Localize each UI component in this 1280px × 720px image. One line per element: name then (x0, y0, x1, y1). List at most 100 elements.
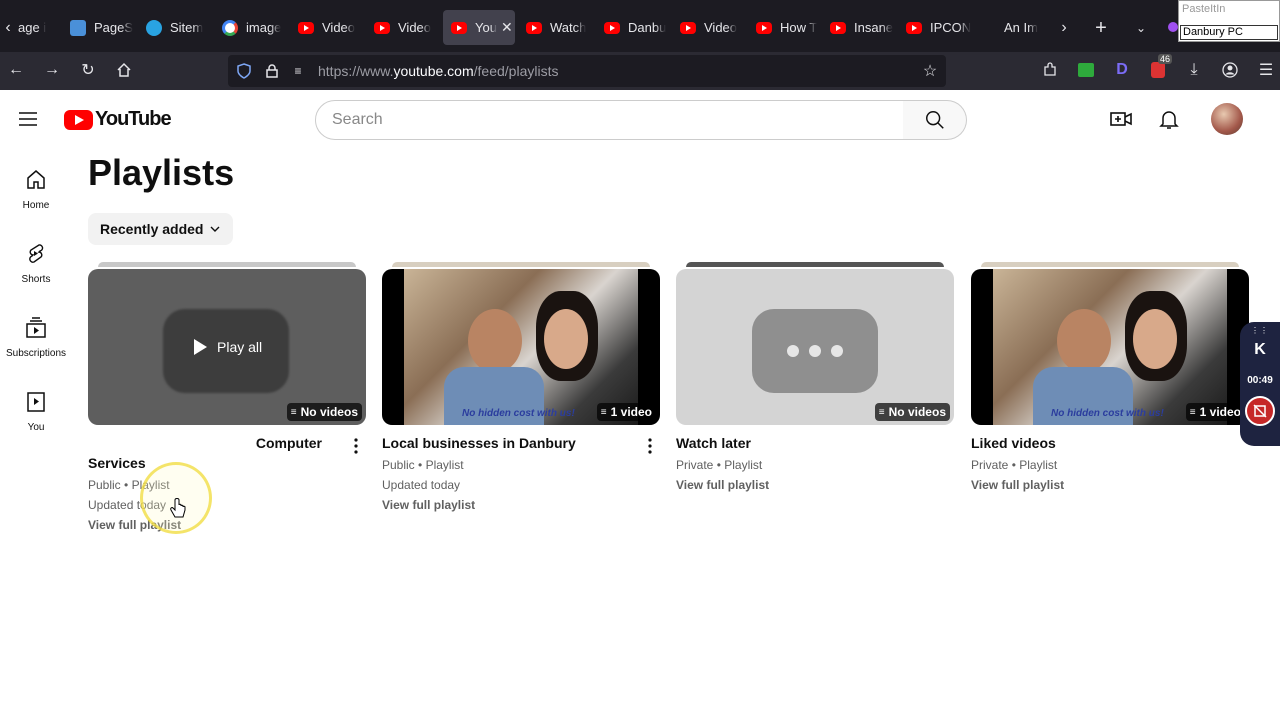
browser-tab[interactable]: Insane (830, 10, 896, 45)
tab-title: Watch (550, 20, 587, 35)
browser-tab-active[interactable]: You ✕ (443, 10, 515, 45)
guide-item-you[interactable]: You (0, 390, 72, 433)
url-path: /feed/playlists (473, 63, 559, 79)
video-count-badge: ≡ No videos (874, 403, 950, 421)
stop-recording-button[interactable] (1245, 396, 1275, 426)
bookmark-star-icon[interactable]: ☆ (918, 59, 942, 83)
address-bar[interactable]: ≡ https://www.youtube.com/feed/playlists… (228, 55, 946, 87)
browser-tab[interactable]: age i (18, 10, 60, 45)
browser-tab[interactable]: Video (680, 10, 746, 45)
extensions-icon[interactable] (1038, 58, 1062, 82)
paste-helper-window: PasteItIn Danbury PC (1178, 0, 1280, 42)
browser-tab[interactable]: Sitem (146, 10, 212, 45)
youtube-play-logo-icon (64, 109, 93, 130)
sort-dropdown[interactable]: Recently added (88, 213, 234, 245)
paste-input[interactable]: Danbury PC (1180, 25, 1278, 40)
stop-icon (1253, 404, 1267, 418)
url-text[interactable]: https://www.youtube.com/feed/playlists (318, 63, 558, 79)
browser-tab[interactable]: Watch (526, 10, 592, 45)
tab-title: IPCON (930, 20, 972, 35)
more-dots-icon (752, 309, 878, 393)
browser-tab[interactable]: Video (298, 10, 364, 45)
search-button[interactable] (903, 100, 967, 140)
playlist-title[interactable]: Computer Services (88, 435, 338, 471)
playlist-thumbnail[interactable]: No hidden cost with us! ≡ 1 video (971, 269, 1249, 425)
more-actions-icon[interactable] (642, 437, 658, 455)
more-actions-icon[interactable] (348, 437, 364, 455)
type-text: Playlist (724, 458, 763, 472)
back-icon[interactable]: ← (4, 58, 28, 82)
youtube-icon (906, 21, 922, 34)
reload-icon[interactable]: ↻ (76, 58, 100, 82)
guide-item-shorts[interactable]: Shorts (0, 242, 72, 285)
playlist-thumbnail[interactable]: Play all ≡ No videos (88, 269, 366, 425)
playlist-stack-edge (686, 262, 944, 267)
view-full-playlist-link[interactable]: View full playlist (382, 498, 475, 512)
playlist-stack-edge (98, 262, 356, 267)
shield-icon[interactable] (232, 59, 256, 83)
youtube-logo[interactable]: YouTube (64, 108, 172, 131)
tab-scroll-right-button[interactable]: › (1056, 16, 1072, 40)
tab-title: Video (704, 20, 738, 35)
browser-tab[interactable]: image (222, 10, 288, 45)
extension-badge: 46 (1158, 54, 1173, 64)
playlist-meta: Private • Playlist (676, 458, 762, 472)
thumbnail-watermark: No hidden cost with us! (1051, 408, 1164, 419)
meta-separator: • (1011, 458, 1016, 472)
lock-icon[interactable] (260, 59, 284, 83)
browser-tab[interactable]: How T (756, 10, 822, 45)
browser-tab[interactable]: IPCON (906, 10, 972, 45)
guide-menu-icon[interactable] (16, 107, 40, 131)
create-video-icon[interactable] (1109, 107, 1133, 131)
playlist-title[interactable]: Local businesses in Danbury (382, 435, 632, 451)
drag-handle-icon[interactable]: ⋮⋮ (1240, 326, 1280, 335)
you-icon (27, 392, 45, 412)
tab-title: You (475, 20, 497, 35)
guide-item-label: Home (22, 200, 50, 211)
extension-d-icon[interactable]: D (1110, 58, 1134, 82)
subscriptions-icon (26, 317, 46, 338)
youtube-icon (374, 21, 390, 34)
video-count-badge: ≡ 1 video (1185, 403, 1245, 421)
hand-cursor-icon (170, 498, 186, 520)
guide-item-home[interactable]: Home (0, 168, 72, 211)
guide-item-subscriptions[interactable]: Subscriptions (0, 316, 72, 359)
new-tab-button[interactable]: + (1090, 16, 1112, 40)
search-input[interactable]: Search (315, 100, 904, 140)
profile-dot-icon (1168, 22, 1178, 32)
tab-title: Danbu (628, 20, 667, 35)
browser-tab-strip: ‹ age i PageS Sitem image Video Video Yo… (0, 0, 1280, 52)
playlist-title[interactable]: Watch later (676, 435, 926, 451)
home-icon[interactable] (112, 58, 136, 82)
visibility-text: Private (971, 458, 1009, 472)
view-full-playlist-link[interactable]: View full playlist (971, 478, 1064, 492)
playlist-thumbnail[interactable]: ≡ No videos (676, 269, 954, 425)
forward-icon[interactable]: → (40, 58, 64, 82)
playlist-icon: ≡ (878, 406, 885, 418)
play-all-button[interactable]: Play all (194, 339, 262, 355)
browser-tab[interactable]: PageS (70, 10, 136, 45)
home-icon (27, 170, 45, 189)
playlist-title[interactable]: Liked videos (971, 435, 1221, 451)
view-full-playlist-link[interactable]: View full playlist (676, 478, 769, 492)
avatar[interactable] (1211, 103, 1243, 135)
download-icon[interactable]: ⤓ (1182, 58, 1206, 82)
tab-title: An Im (1004, 20, 1038, 35)
extension-shield-icon[interactable]: 46 (1146, 54, 1173, 82)
permissions-icon[interactable]: ≡ (286, 59, 310, 83)
tab-close-icon[interactable]: ✕ (501, 19, 513, 36)
recording-timer: 00:49 (1247, 375, 1273, 386)
youtube-icon (830, 21, 846, 34)
tab-list-chevron-icon[interactable]: ⌄ (1130, 16, 1152, 40)
youtube-icon (756, 21, 772, 34)
video-count-badge: ≡ 1 video (596, 403, 656, 421)
browser-tab[interactable]: Danbu (604, 10, 670, 45)
tab-scroll-left-button[interactable]: ‹ (0, 16, 16, 40)
menu-hamburger-icon[interactable]: ☰ (1254, 58, 1278, 82)
extension-green-icon[interactable] (1074, 58, 1098, 82)
notifications-bell-icon[interactable] (1157, 107, 1181, 131)
browser-tab[interactable]: An Im (1004, 10, 1044, 45)
playlist-thumbnail[interactable]: No hidden cost with us! ≡ 1 video (382, 269, 660, 425)
account-icon[interactable] (1218, 58, 1242, 82)
browser-tab[interactable]: Video (374, 10, 440, 45)
